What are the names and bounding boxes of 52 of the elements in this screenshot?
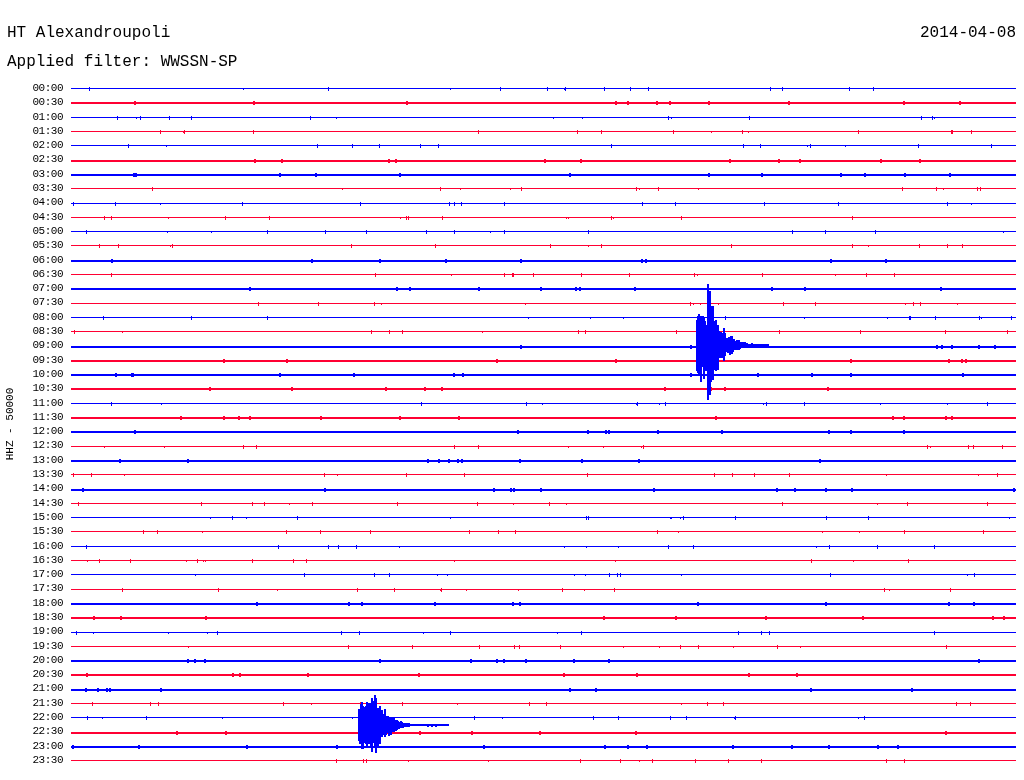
time-label: 08:30 <box>31 324 63 339</box>
time-label: 02:00 <box>31 138 63 153</box>
time-label: 22:30 <box>31 724 63 739</box>
time-label: 14:30 <box>31 495 63 510</box>
time-label: 17:30 <box>31 581 63 596</box>
time-label: 07:30 <box>31 295 63 310</box>
time-label: 16:30 <box>31 552 63 568</box>
time-label: 11:00 <box>31 395 63 410</box>
time-label: 05:30 <box>31 238 63 253</box>
time-label: 23:30 <box>31 752 63 768</box>
time-label: 16:00 <box>31 538 63 553</box>
time-label: 19:30 <box>31 638 63 653</box>
time-label: 21:00 <box>31 681 63 696</box>
time-label: 02:30 <box>31 152 63 167</box>
time-label: 03:30 <box>31 181 63 196</box>
time-label: 03:00 <box>31 166 63 182</box>
time-label: 00:30 <box>31 95 63 110</box>
time-label: 01:30 <box>31 123 63 139</box>
time-label: 12:30 <box>31 438 63 453</box>
time-label: 14:00 <box>31 481 63 496</box>
time-label: 20:00 <box>31 652 63 668</box>
date-label: 2014-04-08 <box>920 23 1016 42</box>
time-label: 19:00 <box>31 624 63 639</box>
time-label: 15:30 <box>31 524 63 539</box>
station-title: HT Alexandroupoli <box>7 23 171 42</box>
time-label: 23:00 <box>31 738 63 753</box>
time-label: 13:00 <box>31 452 63 467</box>
time-label: 15:00 <box>31 509 63 525</box>
time-label: 00:00 <box>31 81 63 96</box>
time-label: 17:00 <box>31 567 63 582</box>
time-label: 10:00 <box>31 366 63 382</box>
time-label: 21:30 <box>31 695 63 711</box>
time-label: 08:00 <box>31 309 63 325</box>
time-label: 06:00 <box>31 252 63 267</box>
time-label: 22:00 <box>31 710 63 725</box>
time-label: 07:00 <box>31 281 63 296</box>
filter-label: Applied filter: WWSSN-SP <box>7 52 238 71</box>
time-label: 04:00 <box>31 195 63 210</box>
time-label: 20:30 <box>31 667 63 682</box>
time-label: 11:30 <box>31 409 63 425</box>
time-label: 18:00 <box>31 595 63 610</box>
time-label: 12:00 <box>31 424 63 439</box>
time-label: 13:30 <box>31 467 63 482</box>
time-label: 04:30 <box>31 209 63 224</box>
time-label: 06:30 <box>31 266 63 282</box>
time-label: 09:00 <box>31 338 63 353</box>
time-label: 01:00 <box>31 109 63 124</box>
axis-label: HHZ - 50000 <box>4 387 16 461</box>
time-label: 18:30 <box>31 610 63 625</box>
time-label: 09:30 <box>31 352 63 367</box>
time-label: 10:30 <box>31 381 63 396</box>
time-label: 05:00 <box>31 223 63 239</box>
